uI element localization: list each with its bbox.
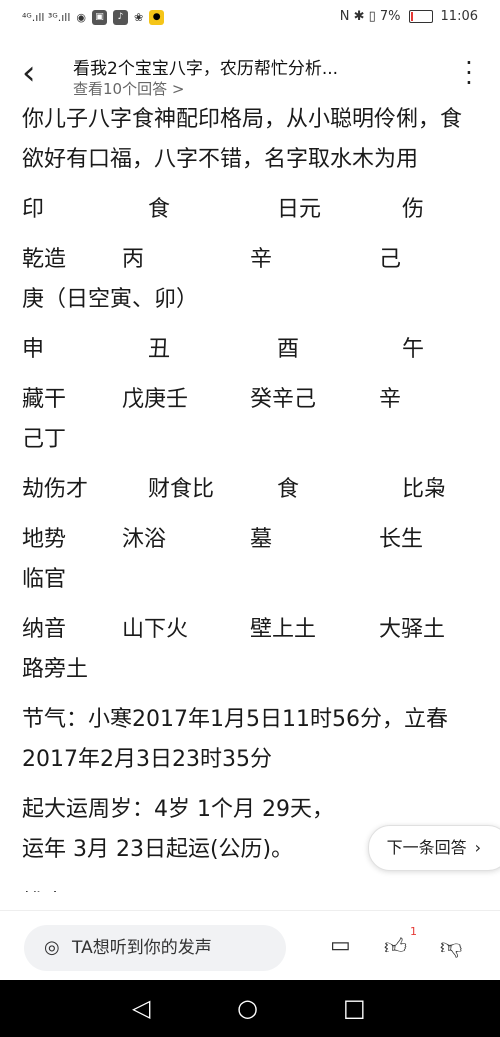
answer-content: 你儿子八字食神配印格局，从小聪明伶俐，食欲好有口福，八字不错，名字取水木为用 印… [22,100,482,892]
cell: 日元 [277,197,322,222]
cell: 酉 [277,337,300,362]
cell: 纳音 [22,617,67,642]
comment-input[interactable]: ◎ TA想听到你的发声 [24,925,286,971]
row-canggan: 藏干 戊庚壬 癸辛己 辛 [22,380,482,420]
cell: 丙 [122,247,145,272]
cell: 山下火 [122,617,189,642]
row-canggan-cont: 己丁 [22,420,482,460]
status-right: N ✱ ▯ 7% 11:06 [340,9,478,24]
row-dizhi: 申 丑 酉 午 [22,330,482,370]
like-icon[interactable]: 👍︎ [384,933,407,960]
cell: 庚（日空寅、卯） [22,287,199,312]
cell: 沐浴 [122,527,167,552]
cell: 己丁 [22,427,67,452]
row-shishen2: 劫伤才 财食比 食 比枭 [22,470,482,510]
cell: 伤 [402,197,425,222]
app-icon-yellow: ● [149,10,165,25]
cell: 食 [277,477,300,502]
cell: 长生 [379,527,424,552]
cell: 申 [22,337,45,362]
app-icon: ▣ [92,10,107,25]
battery-icon [408,10,433,23]
more-options-icon[interactable]: · · · [464,51,474,95]
comment-icon[interactable]: ▭ [330,933,351,958]
system-nav-bar: ◁ ○ □ [0,980,500,1037]
cell: 大驿土 [379,617,446,642]
row-nayin-cont: 路旁土 [22,650,482,690]
intro-paragraph: 你儿子八字食神配印格局，从小聪明伶俐，食欲好有口福，八字不错，名字取水木为用 [22,107,463,172]
row-dishi-cont: 临官 [22,560,482,600]
row-nayin: 纳音 山下火 壁上土 大驿土 [22,610,482,650]
next-answer-button[interactable]: 下一条回答 › [367,825,500,871]
page-title: 看我2个宝宝八字，农历帮忙分析... [73,59,339,79]
like-count: 1 [410,925,417,938]
cell: 地势 [22,527,67,552]
cell: 戊庚壬 [122,387,189,412]
cell: 己 [379,247,402,272]
nav-home-icon[interactable]: ○ [237,994,258,1022]
cell: 食 [148,197,171,222]
row-dishi: 地势 沐浴 墓 长生 [22,520,482,560]
status-bar: ⁴ᴳ.ıll ³ᴳ.ıll ◉ ▣ ♪ ❀ ● N ✱ ▯ 7% 11:06 [0,0,500,36]
qiyun-line: 起大运周岁：4岁 1个月 29天， [22,790,482,830]
cell: 藏干 [22,387,67,412]
status-time: 11:06 [440,9,478,24]
chevron-right-icon: › [474,838,481,857]
comment-bubble-icon: ◎ [44,937,60,958]
cell: 比枭 [402,477,447,502]
row-shishen: 印 食 日元 伤 [22,190,482,230]
cell: 起大运周岁：4岁 1个月 29天， [22,797,334,822]
row-qianzao: 乾造 丙 辛 己 [22,240,482,280]
nav-back-icon[interactable]: ◁ [132,994,150,1022]
cell: 午 [402,337,425,362]
cell: 劫伤才 [22,477,89,502]
cell: 路旁土 [22,657,89,682]
cell: 壁上土 [250,617,317,642]
cell: 印 [22,197,45,222]
cell: 临官 [22,567,67,592]
cut-off-line: 排大运 [22,870,482,892]
signal-indicator: ⁴ᴳ.ıll ³ᴳ.ıll [22,11,71,24]
app-header: ‹ 看我2个宝宝八字，农历帮忙分析... 查看10个回答 > · · · [0,44,500,104]
jieqi-paragraph: 节气：小寒2017年1月5日11时56分，立春2017年2月3日23时35分 [22,707,448,772]
dislike-icon[interactable]: 👎︎ [440,933,462,960]
view-answers-link[interactable]: 查看10个回答 > [73,78,184,99]
status-icons: N ✱ ▯ 7% [339,9,401,24]
cell: 辛 [379,387,402,412]
cell: 墓 [250,527,273,552]
bottom-action-bar: ◎ TA想听到你的发声 ▭ 👍︎ 1 👎︎ [0,910,500,981]
cell: 癸辛己 [250,387,317,412]
tiktok-icon: ♪ [113,10,128,25]
back-icon[interactable]: ‹ [22,56,54,92]
nav-recents-icon[interactable]: □ [343,994,366,1022]
comment-placeholder: TA想听到你的发声 [72,938,212,958]
row-qianzao-cont: 庚（日空寅、卯） [22,280,482,320]
flower-icon: ❀ [134,11,144,24]
cell: 丑 [148,337,171,362]
eye-icon: ◉ [76,11,86,24]
cell: 运年 3月 23日起运(公历)。 [22,837,294,862]
cell: 财食比 [148,477,215,502]
cell: 排大运 [22,884,88,892]
cell: 辛 [250,247,273,272]
next-answer-label: 下一条回答 [386,838,467,857]
status-left: ⁴ᴳ.ıll ³ᴳ.ıll ◉ ▣ ♪ ❀ ● [22,10,165,25]
cell: 乾造 [22,247,67,272]
